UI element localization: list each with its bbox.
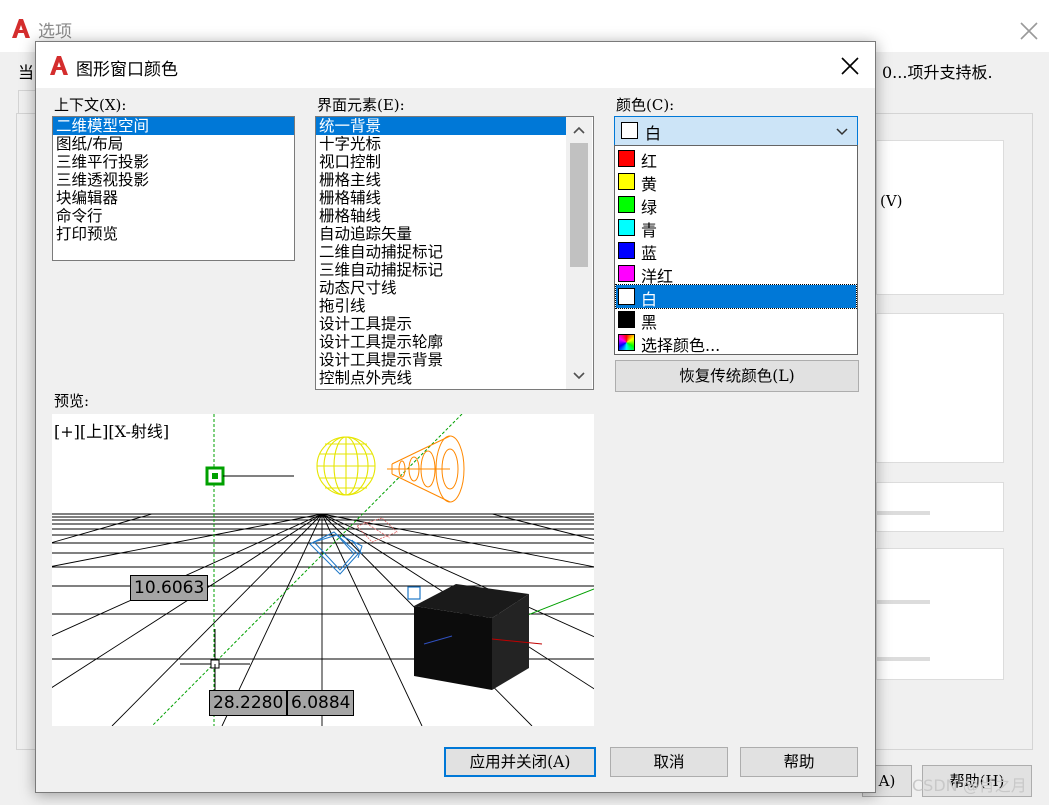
options-group-box	[876, 140, 1004, 295]
color-option-yellow[interactable]: 黄	[616, 170, 856, 194]
color-swatch	[618, 311, 635, 328]
color-swatch	[618, 173, 635, 190]
options-group-box	[876, 313, 1004, 463]
interface-element-item[interactable]: 设计工具提示背景	[316, 351, 566, 369]
preview-label: 预览:	[54, 392, 90, 410]
viewport-caption: [+][上][X-射线]	[54, 422, 170, 441]
color-option-label: 黑	[641, 313, 658, 332]
dialog-titlebar: 图形窗口颜色	[36, 42, 875, 88]
interface-element-item[interactable]: 栅格轴线	[316, 207, 566, 225]
vertical-scrollbar[interactable]	[566, 117, 592, 389]
context-item[interactable]: 命令行	[53, 207, 294, 225]
cube-solid	[414, 584, 529, 690]
close-icon[interactable]	[840, 56, 860, 76]
color-option-black[interactable]: 黑	[616, 308, 856, 332]
context-item[interactable]: 二维模型空间	[53, 117, 294, 135]
dynamic-dimension-value: 10.6063	[130, 575, 209, 601]
color-label: 颜色(C):	[616, 96, 675, 114]
color-option-label: 青	[641, 221, 658, 240]
options-v-label: (V)	[880, 192, 903, 210]
options-partial-text: 当	[18, 63, 35, 82]
context-item[interactable]: 图纸/布局	[53, 135, 294, 153]
color-option-label: 洋红	[641, 267, 674, 286]
color-option-label: 选择颜色...	[641, 336, 721, 355]
interface-element-item[interactable]: 控制点外壳线	[316, 369, 566, 387]
color-swatch	[618, 242, 635, 259]
context-item[interactable]: 三维透视投影	[53, 171, 294, 189]
interface-element-item[interactable]: 十字光标	[316, 135, 566, 153]
scrollbar-thumb[interactable]	[570, 143, 588, 267]
color-dropdown-list: 红 黄 绿 青 蓝 洋红 白 黑 选择颜色...	[614, 145, 858, 355]
dynamic-dimension-value: 28.2280	[209, 690, 288, 716]
color-option-label: 黄	[641, 175, 658, 194]
interface-element-item[interactable]: 动态尺寸线	[316, 279, 566, 297]
interface-element-item[interactable]: 三维自动捕捉标记	[316, 261, 566, 279]
close-icon[interactable]	[1018, 20, 1040, 42]
autocad-logo-icon	[50, 56, 68, 75]
color-combobox[interactable]: 白	[614, 116, 858, 146]
color-option-label: 红	[641, 152, 658, 171]
color-swatch	[618, 265, 635, 282]
color-option-blue[interactable]: 蓝	[616, 239, 856, 263]
context-item[interactable]: 打印预览	[53, 225, 294, 243]
color-combobox-value: 白	[645, 124, 662, 143]
preview-scene	[52, 414, 594, 726]
color-option-label: 蓝	[641, 244, 658, 263]
color-option-red[interactable]: 红	[616, 147, 856, 171]
interface-element-item[interactable]: 统一背景	[316, 117, 566, 135]
context-item[interactable]: 块编辑器	[53, 189, 294, 207]
restore-classic-colors-button[interactable]: 恢复传统颜色(L)	[615, 360, 859, 392]
color-option-white[interactable]: 白	[615, 284, 857, 309]
context-label: 上下文(X):	[54, 96, 127, 114]
color-swatch	[618, 150, 635, 167]
interface-element-item[interactable]: 栅格辅线	[316, 189, 566, 207]
color-option-cyan[interactable]: 青	[616, 216, 856, 240]
scroll-down-arrow-icon[interactable]	[566, 363, 592, 389]
options-window-title: 选项	[38, 22, 72, 42]
light-sphere-icon	[316, 436, 376, 496]
interface-element-item[interactable]: 二维自动捕捉标记	[316, 243, 566, 261]
context-item[interactable]: 三维平行投影	[53, 153, 294, 171]
color-swatch	[618, 288, 635, 305]
chevron-down-icon[interactable]	[833, 122, 851, 140]
color-option-magenta[interactable]: 洋红	[616, 262, 856, 286]
color-option-green[interactable]: 绿	[616, 193, 856, 217]
preview-viewport: [+][上][X-射线] 10.6063 28.2280 6.0884	[52, 414, 594, 726]
help-button[interactable]: 帮助	[740, 747, 858, 777]
interface-element-item[interactable]: 设计工具提示轮廓	[316, 333, 566, 351]
options-slider[interactable]	[876, 511, 930, 515]
options-slider[interactable]	[876, 600, 930, 604]
spotlight-icon	[387, 435, 465, 503]
color-option-label: 白	[641, 290, 658, 309]
color-swatch	[618, 196, 635, 213]
interface-element-item[interactable]: 自动追踪矢量	[316, 225, 566, 243]
graphics-window-color-dialog: 图形窗口颜色 上下文(X): 二维模型空间 图纸/布局 三维平行投影 三维透视投…	[35, 41, 876, 793]
watermark: CSDN @肖之月	[912, 776, 1027, 795]
options-partial-text-right: 0...项升支持板.	[882, 63, 993, 82]
interface-element-item[interactable]: 拖引线	[316, 297, 566, 315]
interface-element-item[interactable]: 视口控制	[316, 153, 566, 171]
scroll-up-arrow-icon[interactable]	[566, 117, 592, 143]
context-listbox[interactable]: 二维模型空间 图纸/布局 三维平行投影 三维透视投影 块编辑器 命令行 打印预览	[52, 116, 295, 261]
apply-and-close-button[interactable]: 应用并关闭(A)	[444, 747, 596, 777]
interface-element-item[interactable]: 设计工具提示	[316, 315, 566, 333]
palette-icon	[618, 334, 635, 351]
interface-elements-listbox[interactable]: 统一背景 十字光标 视口控制 栅格主线 栅格辅线 栅格轴线 自动追踪矢量 二维自…	[315, 116, 594, 390]
options-slider[interactable]	[876, 657, 930, 661]
color-option-select-color[interactable]: 选择颜色...	[616, 331, 856, 355]
color-option-label: 绿	[641, 198, 658, 217]
dialog-title: 图形窗口颜色	[76, 60, 178, 80]
autocad-logo-icon	[12, 19, 30, 38]
color-swatch	[621, 122, 638, 139]
interface-element-item[interactable]: 栅格主线	[316, 171, 566, 189]
dynamic-dimension-value: 6.0884	[287, 690, 355, 716]
color-swatch	[618, 219, 635, 236]
interface-elements-label: 界面元素(E):	[317, 96, 405, 114]
options-group-box	[876, 482, 1004, 532]
cancel-button[interactable]: 取消	[610, 747, 728, 777]
